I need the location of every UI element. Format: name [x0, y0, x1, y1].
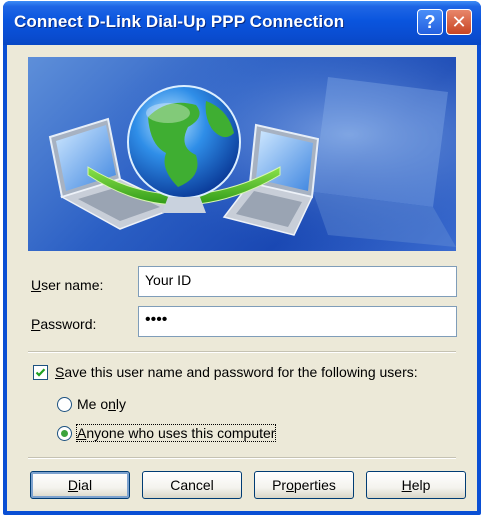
save-credentials-checkbox[interactable] [33, 365, 48, 380]
me-only-label[interactable]: Me only [77, 396, 126, 412]
separator-top [28, 351, 456, 353]
password-label: Password: [31, 316, 96, 332]
properties-text-end: perties [293, 477, 336, 493]
me-only-accelerator: n [108, 396, 116, 412]
password-input[interactable]: •••• [138, 306, 457, 337]
network-banner-graphic [28, 57, 456, 251]
window-title: Connect D-Link Dial-Up PPP Connection [14, 12, 345, 31]
password-value: •••• [145, 311, 168, 328]
separator-bottom [28, 457, 456, 459]
save-label-accelerator: S [55, 364, 65, 380]
anyone-radio[interactable] [57, 426, 72, 441]
close-icon: ✕ [451, 12, 467, 32]
dial-accelerator: D [67, 477, 79, 493]
username-label-text: ser name: [41, 277, 104, 293]
radio-selected-dot [61, 430, 68, 437]
properties-text-start: Pr [272, 477, 287, 493]
properties-button[interactable]: Properties [254, 471, 354, 499]
save-label-text: ave this user name and password for the … [64, 364, 418, 380]
dial-label: ial [78, 477, 93, 493]
help-label: elp [411, 477, 431, 493]
dialog-body: User name: Your ID Password: •••• Save t… [7, 45, 477, 511]
connect-dialog: Connect D-Link Dial-Up PPP Connection ? … [3, 1, 481, 515]
help-button[interactable]: Help [366, 471, 466, 499]
me-only-text-end: ly [115, 396, 127, 412]
help-icon: ? [424, 12, 436, 32]
username-label: User name: [31, 277, 103, 293]
close-button[interactable]: ✕ [446, 9, 472, 35]
properties-accelerator: o [286, 477, 294, 493]
anyone-accelerator: A [77, 425, 87, 441]
anyone-label[interactable]: Anyone who uses this computer [75, 424, 277, 442]
dial-button[interactable]: Dial [30, 471, 130, 499]
username-input[interactable]: Your ID [138, 266, 457, 297]
help-title-button[interactable]: ? [417, 9, 443, 35]
help-accelerator: H [401, 477, 412, 493]
save-credentials-label[interactable]: Save this user name and password for the… [55, 364, 418, 380]
anyone-label-text: nyone who uses this computer [86, 425, 276, 441]
background-laptop-shape [313, 77, 456, 247]
title-bar[interactable]: Connect D-Link Dial-Up PPP Connection ? … [3, 1, 481, 45]
username-value: Your ID [145, 272, 192, 288]
cancel-button[interactable]: Cancel [142, 471, 242, 499]
me-only-radio[interactable] [57, 397, 72, 412]
username-label-accelerator: U [31, 277, 42, 293]
me-only-text-start: Me o [77, 396, 109, 412]
checkmark-icon [35, 368, 46, 377]
cancel-label: Cancel [170, 477, 214, 493]
password-label-text: assword: [40, 316, 97, 332]
password-label-accelerator: P [31, 316, 41, 332]
